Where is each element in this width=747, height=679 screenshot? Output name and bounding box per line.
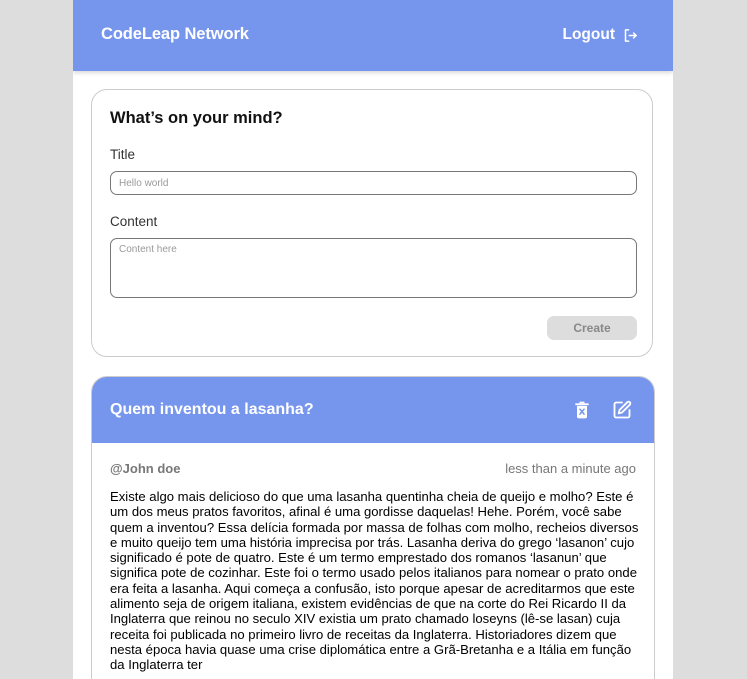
post-timestamp: less than a minute ago	[505, 461, 636, 476]
create-post-heading: What’s on your mind?	[110, 109, 283, 127]
title-label: Title	[110, 147, 136, 162]
app-container: CodeLeap Network Logout What’s on your m…	[73, 0, 673, 679]
content-input[interactable]	[110, 238, 637, 298]
logout-button[interactable]: Logout	[562, 24, 638, 46]
create-button[interactable]: Create	[547, 316, 637, 340]
brand-title: CodeLeap Network	[101, 25, 249, 43]
edit-icon	[613, 400, 632, 419]
post-title: Quem inventou a lasanha?	[110, 401, 314, 418]
post-card: Quem inventou a lasanha? @John doe less …	[91, 376, 655, 679]
title-input[interactable]	[110, 171, 637, 195]
post-header: Quem inventou a lasanha?	[92, 377, 654, 443]
delete-post-button[interactable]	[572, 400, 592, 420]
post-content: Existe algo mais delicioso do que uma la…	[110, 489, 639, 673]
post-author: @John doe	[110, 461, 181, 476]
create-post-card: What’s on your mind? Title Content Creat…	[91, 89, 653, 357]
trash-icon	[575, 401, 589, 419]
edit-post-button[interactable]	[612, 400, 632, 420]
logout-icon	[623, 28, 638, 43]
logout-label: Logout	[562, 26, 615, 43]
content-label: Content	[110, 214, 158, 229]
top-bar: CodeLeap Network Logout	[73, 0, 673, 71]
